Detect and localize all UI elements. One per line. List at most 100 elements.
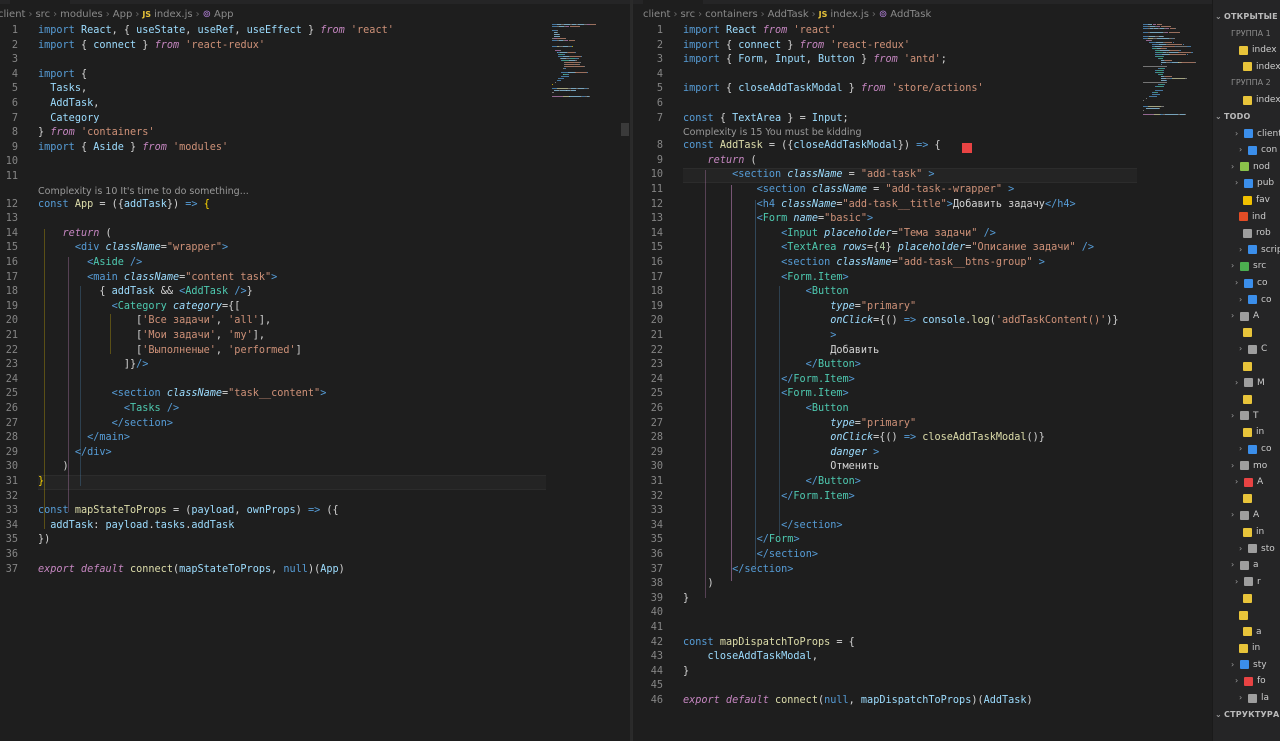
code-lens-complexity[interactable]: Complexity is 15 You must be kidding [683,127,862,139]
minimap-line [1152,24,1156,25]
line-number: 30 [650,461,663,473]
minimap-line [1161,54,1169,55]
sidebar-file-item[interactable] [1213,591,1280,605]
sidebar-folder-item[interactable]: › fo [1213,674,1280,688]
breadcrumb-item[interactable]: client [643,9,670,20]
editor-pane-right[interactable]: client › src › containers › AddTask › JS index.js… [632,0,1212,741]
minimap-line [1155,72,1163,73]
code-text: addTask: payload.tasks.addTask [50,519,235,531]
minimap-line [1173,42,1174,43]
breadcrumb-item[interactable]: index.js [830,9,869,20]
sidebar-file-item[interactable] [1213,392,1280,406]
folder-icon [1240,261,1249,271]
sidebar-folder-item[interactable]: › nod [1213,160,1280,174]
chevron-right-icon: › [698,9,703,20]
sidebar-section-header[interactable]: ⌄ОТКРЫТЫЕ РЕ [1213,10,1280,24]
sidebar-folder-item[interactable]: › A [1213,508,1280,522]
sidebar-file-item[interactable] [1213,359,1280,373]
minimap-right[interactable] [1143,24,1212,124]
current-line-highlight [38,475,546,490]
breadcrumb-item[interactable]: src [680,9,695,20]
code-text: <section className="add-task__btns-group… [781,257,1045,268]
minimap-line [1179,50,1182,51]
sidebar-file-item[interactable]: index [1213,93,1280,107]
sidebar-group-header[interactable]: ГРУППА 2 [1213,76,1280,90]
sidebar-folder-item[interactable]: › scrip [1213,243,1280,257]
sidebar-group-header[interactable]: ГРУППА 1 [1213,27,1280,41]
minimap-line [568,40,576,41]
sidebar-file-item[interactable]: ind [1213,210,1280,224]
editor-pane-left[interactable]: client › src › modules › App › JS index.js › ⊚ App 1… [0,0,630,741]
sidebar-folder-item[interactable]: › r [1213,575,1280,589]
sidebar-folder-item[interactable]: › pub [1213,176,1280,190]
code-text: <Aside /> [87,257,143,268]
code-text: <Button [805,286,849,298]
sidebar-folder-item[interactable]: › M [1213,376,1280,390]
sidebar-folder-item[interactable]: › con [1213,143,1280,157]
sidebar-section-header[interactable]: ⌄ СТРУКТУРА [1213,708,1280,722]
sidebar-section-header[interactable]: ⌄ TODO [1213,110,1280,124]
minimap-line [560,52,567,53]
code-text: const { TextArea } = Input; [683,112,849,124]
breadcrumb-item[interactable]: App [214,9,234,20]
sidebar-folder-item[interactable]: › A [1213,309,1280,323]
sidebar-file-item[interactable]: index [1213,43,1280,57]
sidebar-folder-item[interactable]: › co [1213,442,1280,456]
code-lens-complexity[interactable]: Complexity is 10 It's time to do somethi… [38,186,249,198]
code-text: ['Мои задачи', 'my'], [136,330,265,341]
breadcrumb-item[interactable]: App [113,9,133,20]
sidebar-folder-item[interactable]: › la [1213,691,1280,705]
breadcrumb-item[interactable]: src [35,9,50,20]
sidebar-item-label: client [1257,128,1280,139]
line-number: 16 [5,257,18,268]
chevron-right-icon: › [135,9,140,20]
code-text: ) [707,578,714,590]
sidebar-folder-item[interactable]: › a [1213,558,1280,572]
sidebar-folder-item[interactable]: › T [1213,409,1280,423]
sidebar-file-item[interactable]: in [1213,425,1280,439]
code-text: </Form.Item> [781,490,855,502]
sidebar-folder-item[interactable]: › sto [1213,542,1280,556]
folder-icon [1244,278,1253,288]
minimap-line [1146,108,1159,109]
minimap-line [575,66,584,67]
chevron-right-icon: › [871,9,876,20]
sidebar-folder-item[interactable]: › src [1213,259,1280,273]
minimap-left[interactable] [552,24,622,97]
explorer-sidebar[interactable]: ⌄ОТКРЫТЫЕ РЕ ГРУППА 1 index index ГРУППА 2 in… [1212,0,1280,741]
sidebar-file-item[interactable]: in [1213,641,1280,655]
minimap-line [1161,90,1163,91]
code-text: </div> [74,446,112,458]
breadcrumb-item[interactable]: index.js [154,9,193,20]
sidebar-file-item[interactable]: a [1213,625,1280,639]
sidebar-file-item[interactable]: index [1213,60,1280,74]
sidebar-file-item[interactable] [1213,492,1280,506]
sidebar-folder-item[interactable]: › C [1213,342,1280,356]
minimap-line [1160,50,1169,51]
sidebar-folder-item[interactable]: › client [1213,127,1280,141]
sidebar-folder-item[interactable]: › co [1213,276,1280,290]
sidebar-file-item[interactable]: in [1213,525,1280,539]
code-text: import { closeAddTaskModal } from 'store… [683,83,984,95]
minimap-line [567,52,575,53]
line-number: 13 [5,213,18,225]
sidebar-file-item[interactable] [1213,608,1280,622]
breadcrumb-item[interactable]: AddTask [768,9,809,20]
breadcrumb-item[interactable]: containers [705,9,758,20]
breadcrumb-item[interactable]: modules [60,9,103,20]
minimap-line [577,24,585,25]
breadcrumb-item[interactable]: AddTask [890,9,931,20]
sidebar-folder-item[interactable]: › A [1213,475,1280,489]
minimap-line [1167,44,1182,45]
sidebar-folder-item[interactable]: › co [1213,293,1280,307]
sidebar-file-item[interactable] [1213,326,1280,340]
minimap-line [1164,32,1168,33]
scrollbar-left[interactable] [621,123,629,136]
breadcrumb-item[interactable]: client [0,9,25,20]
line-number: 37 [5,563,18,575]
sidebar-folder-item[interactable]: › sty [1213,658,1280,672]
sidebar-folder-item[interactable]: › mo [1213,459,1280,473]
sidebar-file-item[interactable]: rob [1213,226,1280,240]
code-text: const mapStateToProps = (payload, ownPro… [38,505,339,517]
sidebar-file-item[interactable]: fav [1213,193,1280,207]
